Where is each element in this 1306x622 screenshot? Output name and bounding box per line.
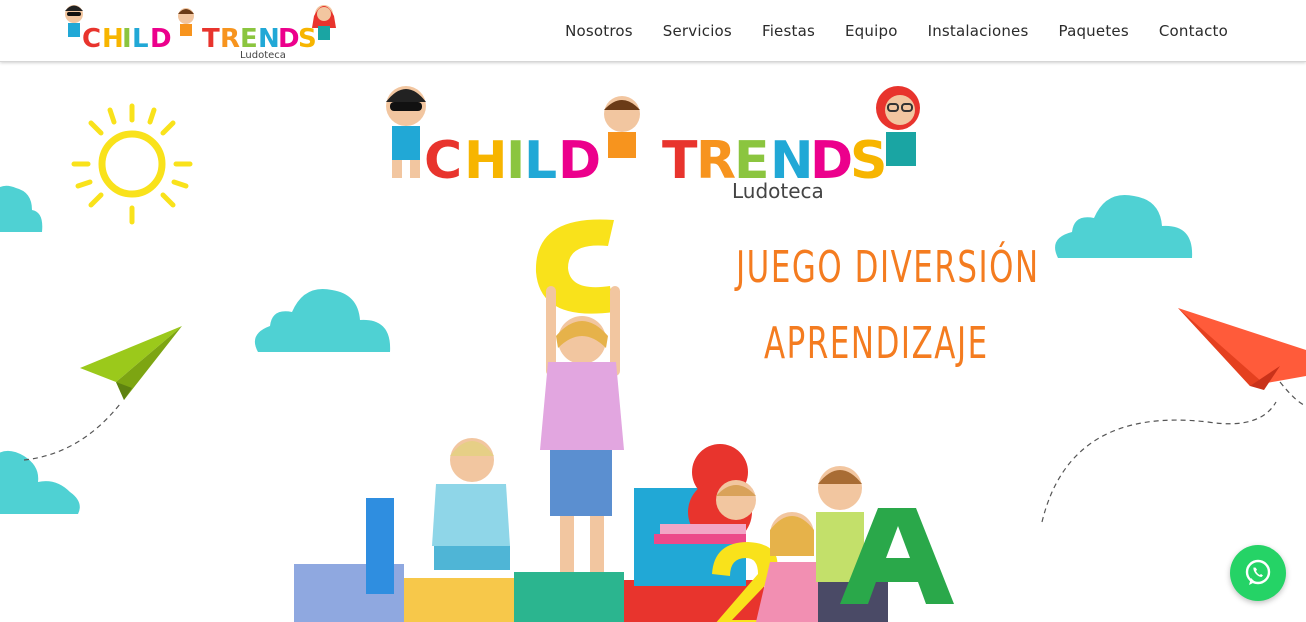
header-logo[interactable]: C H I L D T R E N D S Ludoteca	[62, 2, 342, 60]
svg-text:R: R	[696, 131, 736, 191]
hero-logo-subtitle: Ludoteca	[732, 179, 824, 203]
whatsapp-chat-button[interactable]	[1230, 545, 1286, 601]
svg-text:D: D	[558, 131, 601, 191]
nav-item-nosotros[interactable]: Nosotros	[565, 22, 633, 40]
hero-logo: C H I L D T R E N D S Ludoteca	[386, 86, 920, 203]
hero-section: C H I L D T R E N D S Ludoteca JUEGO DIV…	[0, 62, 1306, 622]
svg-text:H: H	[102, 24, 124, 54]
svg-text:D: D	[150, 24, 172, 54]
nav-item-paquetes[interactable]: Paquetes	[1059, 22, 1129, 40]
svg-text:S: S	[298, 24, 317, 54]
svg-text:T: T	[202, 24, 220, 54]
svg-text:L: L	[132, 24, 149, 54]
children-photo	[294, 219, 954, 622]
cloud-icon	[0, 185, 43, 232]
cloud-icon	[1055, 194, 1193, 258]
svg-text:T: T	[662, 131, 698, 191]
nav-item-instalaciones[interactable]: Instalaciones	[928, 22, 1029, 40]
top-navigation-bar: C H I L D T R E N D S Ludoteca Nosotros …	[0, 0, 1306, 62]
nav-item-servicios[interactable]: Servicios	[663, 22, 732, 40]
nav-item-fiestas[interactable]: Fiestas	[762, 22, 815, 40]
paper-plane-icon	[1041, 308, 1306, 523]
nav-item-equipo[interactable]: Equipo	[845, 22, 898, 40]
svg-text:I: I	[506, 131, 525, 191]
svg-text:H: H	[464, 131, 508, 191]
brand-letter: C	[82, 24, 101, 54]
nav-item-contacto[interactable]: Contacto	[1159, 22, 1228, 40]
svg-text:R: R	[220, 24, 240, 54]
paper-plane-icon	[23, 326, 182, 461]
svg-text:S: S	[850, 131, 887, 191]
svg-text:C: C	[424, 131, 462, 191]
header-logo-subtitle: Ludoteca	[240, 50, 286, 60]
sun-icon	[71, 103, 193, 225]
svg-text:L: L	[524, 131, 557, 191]
svg-text:I: I	[122, 24, 132, 54]
whatsapp-icon	[1245, 559, 1271, 585]
main-menu: Nosotros Servicios Fiestas Equipo Instal…	[535, 0, 1228, 61]
